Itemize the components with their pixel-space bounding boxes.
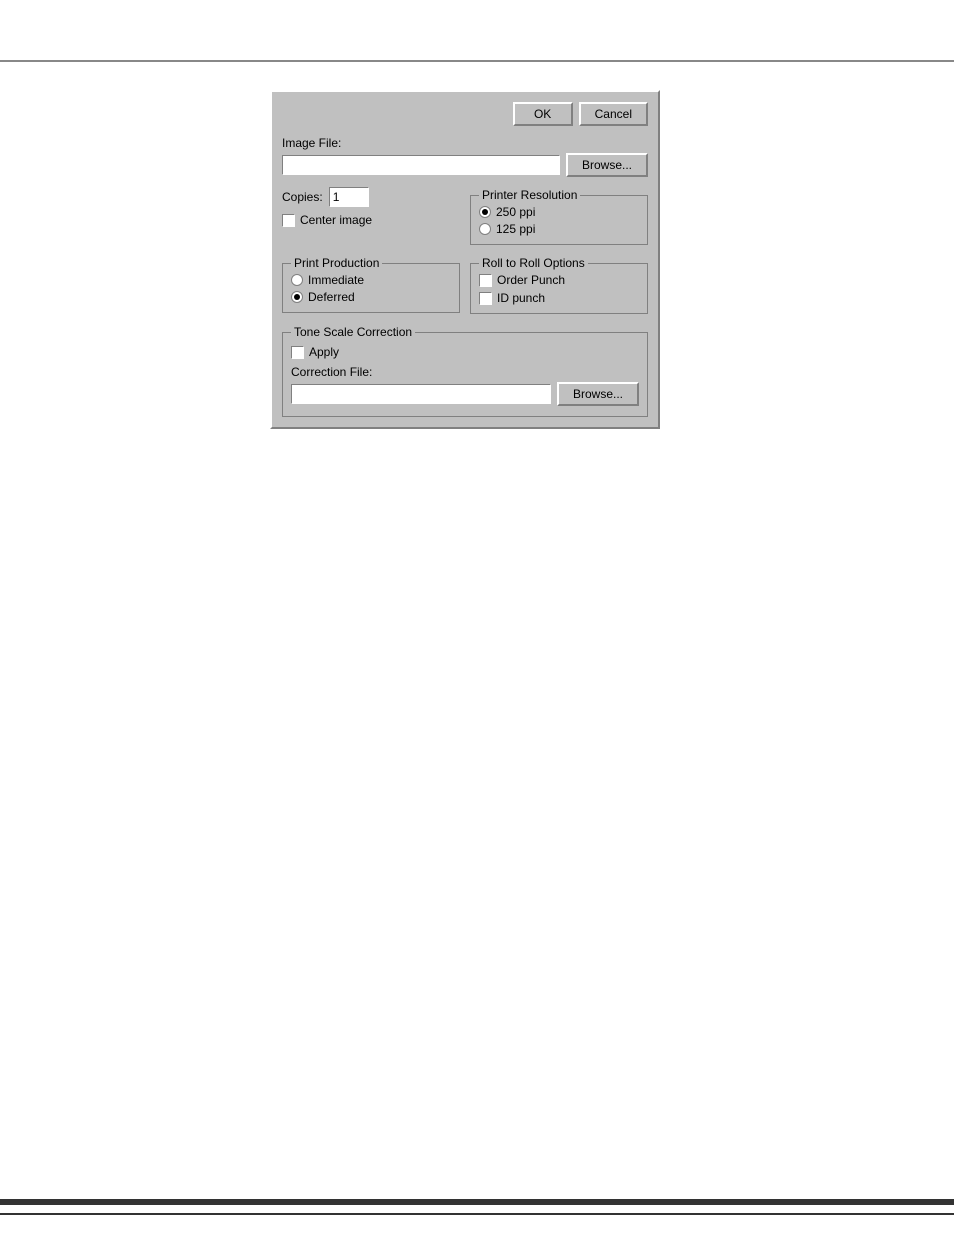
image-file-row: Browse... <box>282 153 648 177</box>
tone-scale-groupbox: Tone Scale Correction Apply Correction F… <box>282 332 648 417</box>
printer-resolution-col: Printer Resolution 250 ppi 125 ppi <box>470 187 648 245</box>
id-punch-label: ID punch <box>497 291 545 305</box>
resolution-125-radio[interactable] <box>479 223 491 235</box>
image-file-label: Image File: <box>282 136 648 150</box>
immediate-label: Immediate <box>308 273 364 287</box>
image-file-section: Image File: Browse... <box>282 136 648 177</box>
order-punch-label: Order Punch <box>497 273 565 287</box>
center-image-label: Center image <box>300 213 372 227</box>
image-file-input[interactable] <box>282 155 560 175</box>
correction-file-row: Browse... <box>291 382 639 406</box>
print-production-groupbox: Print Production Immediate Deferred <box>282 263 460 313</box>
immediate-radio[interactable] <box>291 274 303 286</box>
top-border <box>0 60 954 62</box>
resolution-125-label: 125 ppi <box>496 222 535 236</box>
center-image-row: Center image <box>282 213 460 227</box>
correction-file-section: Correction File: Browse... <box>291 365 639 406</box>
left-column: Copies: Center image <box>282 187 460 245</box>
apply-row: Apply <box>291 345 639 359</box>
resolution-250-label: 250 ppi <box>496 205 535 219</box>
print-production-title: Print Production <box>291 256 382 270</box>
ok-button[interactable]: OK <box>513 102 573 126</box>
id-punch-row: ID punch <box>479 291 639 305</box>
resolution-250-radio[interactable] <box>479 206 491 218</box>
cancel-button[interactable]: Cancel <box>579 102 648 126</box>
mid-section: Copies: Center image Printer Resolution … <box>282 187 648 245</box>
production-options-section: Print Production Immediate Deferred Roll… <box>282 255 648 314</box>
bottom-border <box>0 1199 954 1205</box>
resolution-250-row: 250 ppi <box>479 205 639 219</box>
correction-file-label: Correction File: <box>291 365 639 379</box>
roll-to-roll-title: Roll to Roll Options <box>479 256 588 270</box>
order-punch-checkbox[interactable] <box>479 274 492 287</box>
deferred-row: Deferred <box>291 290 451 304</box>
apply-label: Apply <box>309 345 339 359</box>
copies-input[interactable] <box>329 187 369 207</box>
printer-resolution-title: Printer Resolution <box>479 188 580 202</box>
center-image-checkbox[interactable] <box>282 214 295 227</box>
resolution-125-row: 125 ppi <box>479 222 639 236</box>
order-punch-row: Order Punch <box>479 273 639 287</box>
dialog-window: OK Cancel Image File: Browse... Copies: <box>270 90 660 429</box>
tone-scale-section: Tone Scale Correction Apply Correction F… <box>282 328 648 417</box>
printer-resolution-groupbox: Printer Resolution 250 ppi 125 ppi <box>470 195 648 245</box>
apply-checkbox[interactable] <box>291 346 304 359</box>
bottom-border2 <box>0 1213 954 1215</box>
deferred-radio[interactable] <box>291 291 303 303</box>
deferred-label: Deferred <box>308 290 355 304</box>
tone-scale-title: Tone Scale Correction <box>291 325 415 339</box>
id-punch-checkbox[interactable] <box>479 292 492 305</box>
roll-to-roll-col: Roll to Roll Options Order Punch ID punc… <box>470 255 648 314</box>
immediate-row: Immediate <box>291 273 451 287</box>
correction-file-input[interactable] <box>291 384 551 404</box>
copies-label: Copies: <box>282 190 323 204</box>
top-button-row: OK Cancel <box>282 102 648 126</box>
copies-row: Copies: <box>282 187 460 207</box>
dialog-content: OK Cancel Image File: Browse... Copies: <box>282 102 648 417</box>
roll-to-roll-groupbox: Roll to Roll Options Order Punch ID punc… <box>470 263 648 314</box>
print-production-col: Print Production Immediate Deferred <box>282 255 460 314</box>
correction-file-browse-button[interactable]: Browse... <box>557 382 639 406</box>
image-file-browse-button[interactable]: Browse... <box>566 153 648 177</box>
